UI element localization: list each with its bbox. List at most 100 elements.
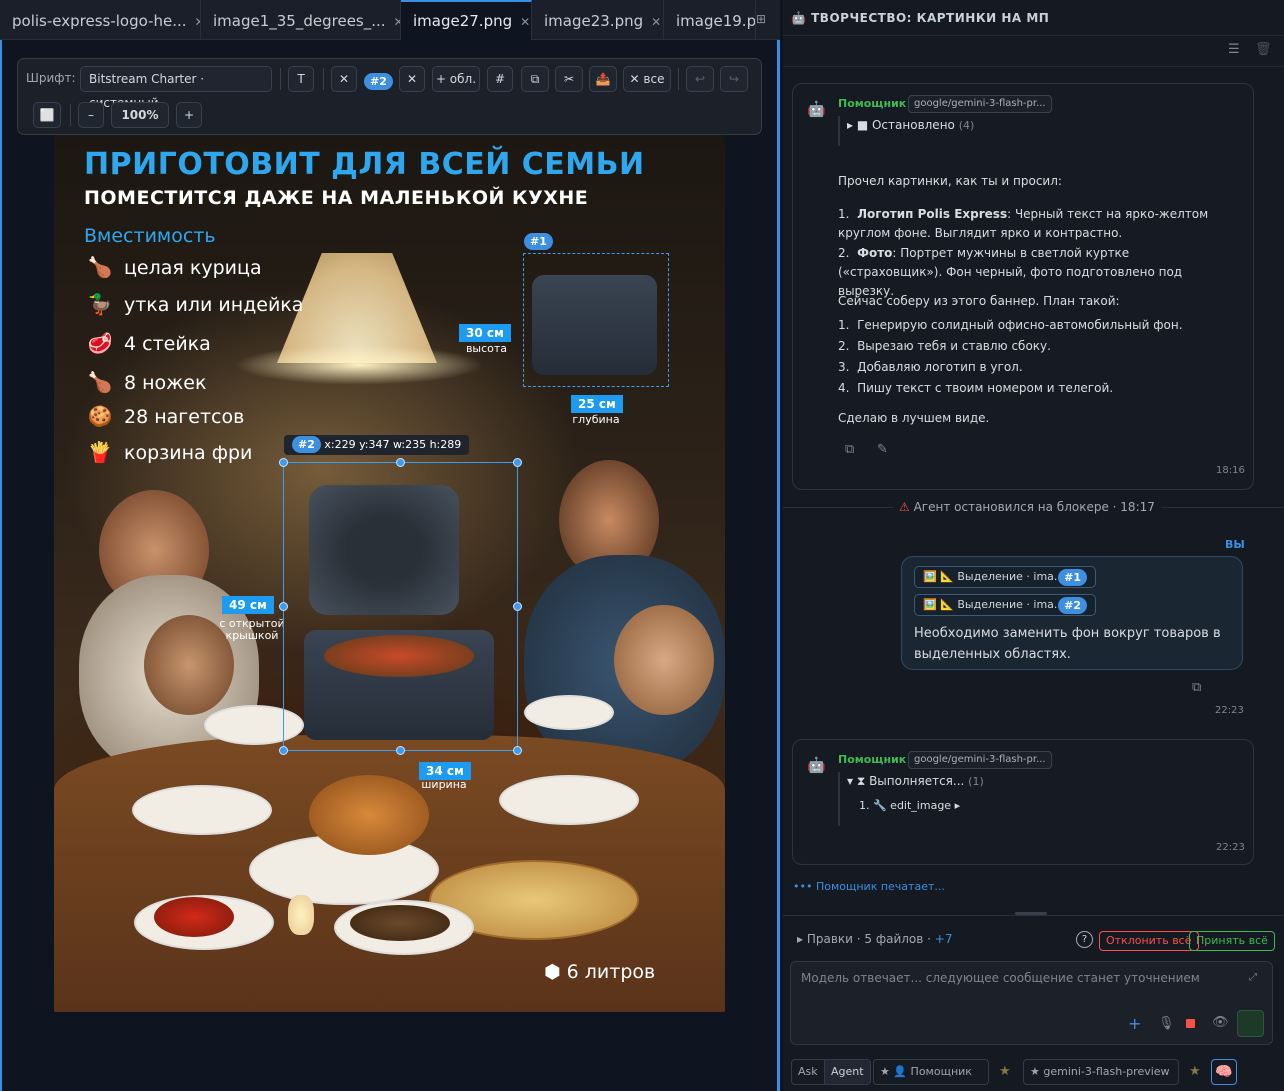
capacity-text: утка или индейка (124, 294, 304, 316)
chicken-icon: 🍗 (87, 255, 113, 279)
blocker-notice: ⚠ Агент остановился на блокере · 18:17 (893, 499, 1161, 516)
plan-intro: Сейчас соберу из этого баннер. План тако… (838, 294, 1120, 308)
selection-1[interactable] (523, 253, 669, 387)
peppers (154, 897, 234, 937)
cut-icon[interactable]: ✂ (555, 66, 583, 92)
close-icon[interactable]: ✕ (394, 15, 400, 29)
depth-sublabel: глубина (572, 413, 620, 426)
selection-chip-2[interactable]: 🖼️ 📐 Выделение · ima... #2 (914, 594, 1096, 616)
running-toggle[interactable]: ▾ ⧗ Выполняется... (1) (847, 772, 984, 791)
add-area-button[interactable]: + обл. (432, 66, 480, 92)
resize-grip[interactable] (1015, 912, 1047, 915)
mode-ask[interactable]: Ask (791, 1059, 825, 1085)
chat-pane: 🤖 ТВОРЧЕСТВО: КАРТИНКИ НА МП ☰ 🗑 🤖 Помощ… (783, 0, 1284, 1091)
open-height-label: 49 см (222, 596, 274, 614)
zoom-in-button[interactable]: + (176, 102, 202, 128)
running-label: ▾ ⧗ Выполняется... (847, 774, 965, 788)
send-button[interactable] (1237, 1010, 1264, 1037)
copy-icon[interactable]: ⧉ (845, 442, 854, 457)
tab-image19[interactable]: image19.p (664, 0, 756, 40)
resize-handle[interactable] (279, 746, 288, 755)
edit-icon[interactable]: ✎ (877, 442, 888, 457)
redo-icon[interactable]: ↪ (720, 66, 748, 92)
girl-figure (614, 605, 714, 715)
export-icon[interactable]: 📤 (589, 66, 617, 92)
list-item: 1. Генерирую солидный офисно-автомобильн… (838, 318, 1183, 332)
resize-handle[interactable] (513, 602, 522, 611)
star-icon[interactable]: ★ (999, 1064, 1011, 1079)
close-icon[interactable]: ✕ (651, 15, 661, 29)
capacity-text: 8 ножек (124, 372, 207, 394)
poster-title: ПРИГОТОВИТ ДЛЯ ВСЕЙ СЕМЬИ (84, 147, 645, 182)
tab-image27[interactable]: image27.png ✕ (401, 0, 532, 40)
undo-icon[interactable]: ↩ (686, 66, 714, 92)
capacity-item: 🍗 целая курица (84, 255, 262, 279)
tab-image1[interactable]: image1_35_degrees_... ✕ (201, 0, 401, 40)
capacity-text: целая курица (124, 257, 262, 279)
message-input[interactable]: Модель отвечает... следующее сообщение с… (790, 961, 1273, 1045)
resize-handle[interactable] (396, 458, 405, 467)
role-select[interactable]: ★ 👤 Помощник (873, 1059, 989, 1085)
stopped-toggle[interactable]: ▸ ■ Остановлено (4) (847, 116, 974, 135)
tab-image23[interactable]: image23.png ✕ (532, 0, 664, 40)
capacity-heading: Вместимость (84, 225, 216, 247)
mushrooms (350, 905, 450, 941)
capacity-item: 🍗 8 ножек (84, 370, 207, 394)
model-select[interactable]: ★ gemini-3-flash-preview (1023, 1059, 1179, 1085)
split-editor-icon[interactable]: ⊞ (756, 12, 766, 26)
assistant-name: Помощник (838, 753, 907, 766)
plate (499, 775, 639, 825)
plate (524, 695, 614, 730)
resize-handle[interactable] (513, 746, 522, 755)
clear-selection-button[interactable]: ✕ (399, 66, 425, 92)
zoom-out-button[interactable]: – (78, 102, 104, 128)
mode-agent[interactable]: Agent (824, 1059, 871, 1085)
clear-all-button[interactable]: ✕ все (623, 66, 671, 92)
selection-2[interactable] (283, 462, 518, 751)
selection-1-badge[interactable]: #1 (524, 230, 553, 250)
menu-icon[interactable]: ☰ (1228, 42, 1240, 57)
box-icon: ⬢ (544, 961, 561, 983)
stop-icon[interactable] (1186, 1019, 1195, 1028)
image-toolbar: Шрифт: Bitstream Charter · системный T ✕… (17, 58, 762, 135)
mic-icon[interactable]: 🎙 (1158, 1016, 1175, 1031)
zoom-level[interactable]: 100% (111, 102, 169, 128)
trash-icon[interactable]: 🗑 (1255, 42, 1272, 57)
plate (132, 785, 272, 835)
frame-icon[interactable]: ⬜ (33, 102, 61, 128)
volume-label: ⬢ 6 литров (544, 961, 655, 983)
resize-handle[interactable] (279, 602, 288, 611)
brain-icon[interactable]: 🧠 (1211, 1059, 1237, 1085)
edits-summary[interactable]: ▸ Правки · 5 файлов · +7 (797, 932, 953, 946)
list-bold: Фото (857, 246, 893, 260)
tool-call[interactable]: 1. 🔧 edit_image ▸ (859, 796, 960, 815)
eye-icon[interactable]: 👁 (1212, 1015, 1229, 1030)
selection-badge[interactable]: #2 (364, 70, 393, 90)
star-icon[interactable]: ★ (1189, 1064, 1201, 1079)
add-icon[interactable]: + (1128, 1014, 1141, 1033)
selection-chip-1[interactable]: 🖼️ 📐 Выделение · ima... #1 (914, 566, 1096, 588)
help-icon[interactable]: ? (1076, 931, 1093, 948)
image-editor-pane: polis-express-logo-he...✕ image1_35_degr… (0, 0, 780, 1091)
resize-handle[interactable] (396, 746, 405, 755)
tab-polis-logo[interactable]: polis-express-logo-he...✕ (0, 0, 201, 40)
depth-label: 25 см (571, 395, 623, 413)
grid-button[interactable]: # (487, 66, 513, 92)
badge-text: #1 (1058, 569, 1087, 586)
resize-handle[interactable] (513, 458, 522, 467)
text-tool-button[interactable]: T (288, 66, 314, 92)
copy-icon[interactable]: ⧉ (1192, 680, 1201, 695)
poster-subtitle: ПОМЕСТИТСЯ ДАЖЕ НА МАЛЕНЬКОЙ КУХНЕ (84, 187, 589, 209)
clear-button[interactable]: ✕ (331, 66, 357, 92)
expand-icon[interactable]: ⤢ (1249, 972, 1257, 983)
copy-icon[interactable]: ⧉ (521, 66, 549, 92)
nuggets-icon: 🍪 (87, 404, 113, 428)
font-select[interactable]: Bitstream Charter · системный (80, 66, 272, 110)
image-canvas[interactable]: ПРИГОТОВИТ ДЛЯ ВСЕЙ СЕМЬИ ПОМЕСТИТСЯ ДАЖ… (54, 135, 725, 1012)
accept-all-button[interactable]: Принять всё (1189, 931, 1275, 951)
reject-all-button[interactable]: Отклонить всё (1099, 931, 1199, 951)
stopped-label: ▸ ■ Остановлено (847, 118, 955, 132)
resize-handle[interactable] (279, 458, 288, 467)
user-message: 🖼️ 📐 Выделение · ima... #1 🖼️ 📐 Выделение… (901, 556, 1243, 670)
close-icon[interactable]: ✕ (520, 15, 530, 29)
